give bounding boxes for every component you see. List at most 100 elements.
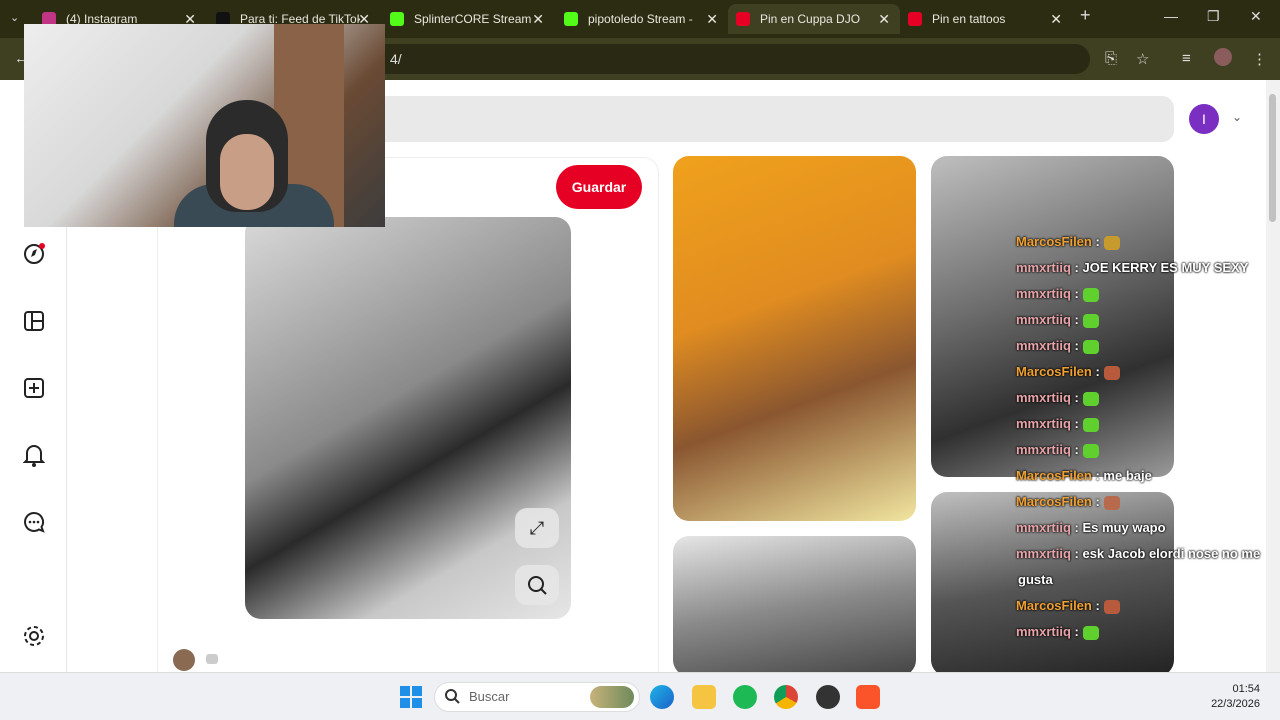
chat-separator: : xyxy=(1091,494,1100,509)
bookmark-star-icon[interactable]: ☆ xyxy=(1136,50,1149,68)
install-app-icon[interactable]: ⎘ xyxy=(1105,50,1117,67)
chat-message: mmxrtiiq : Es muy wapo xyxy=(1016,520,1166,535)
notifications-bell-icon[interactable] xyxy=(20,441,48,469)
expand-icon[interactable]: ⤢ xyxy=(515,508,559,548)
pinterest-icon xyxy=(908,12,922,26)
chat-username: MarcosFilen xyxy=(1016,234,1092,249)
pin-main-image[interactable] xyxy=(245,217,571,619)
chat-username: mmxrtiiq xyxy=(1016,442,1071,457)
save-button[interactable]: Guardar xyxy=(556,165,642,209)
new-tab-button[interactable]: + xyxy=(1080,5,1091,26)
chat-separator: : xyxy=(1070,338,1079,353)
chat-separator: : xyxy=(1070,624,1079,639)
chat-message: mmxrtiiq : xyxy=(1016,390,1099,406)
messages-icon[interactable] xyxy=(20,508,48,536)
clock-date: 22/3/2026 xyxy=(1211,698,1260,710)
system-clock[interactable]: 01:54 22/3/2026 xyxy=(1211,682,1260,712)
chat-separator: : xyxy=(1070,546,1079,561)
chat-username: MarcosFilen xyxy=(1016,468,1092,483)
tab-label: Pin en Cuppa DJO xyxy=(760,12,861,26)
chat-separator: : xyxy=(1070,442,1079,457)
chrome-icon[interactable] xyxy=(774,685,798,709)
edge-icon[interactable] xyxy=(650,685,674,709)
search-icon xyxy=(444,688,460,709)
media-controls-icon[interactable]: ≡ xyxy=(1182,50,1191,67)
browser-menu-icon[interactable]: ⋮ xyxy=(1252,50,1267,68)
chat-emote-icon xyxy=(1082,625,1099,640)
chat-emote-icon xyxy=(1082,443,1099,458)
taskbar-search-placeholder: Buscar xyxy=(469,689,510,704)
browser-tab[interactable]: SplinterCORE Stream ✕ xyxy=(382,4,554,34)
chat-emote-icon xyxy=(1082,391,1099,406)
create-icon[interactable] xyxy=(20,374,48,402)
chat-username: mmxrtiiq xyxy=(1016,546,1071,561)
chat-separator: : xyxy=(1070,390,1079,405)
chat-message: gusta xyxy=(1018,572,1053,587)
browser-tab[interactable]: pipotoledo Stream - ✕ xyxy=(556,4,728,34)
chat-separator: : xyxy=(1091,364,1100,379)
chat-separator: : xyxy=(1070,520,1079,535)
search-input[interactable] xyxy=(310,96,1174,142)
boards-icon[interactable] xyxy=(20,307,48,335)
chat-username: mmxrtiiq xyxy=(1016,260,1071,275)
windows-taskbar: Buscar 01:54 22/3/2026 xyxy=(0,672,1280,720)
chat-message: MarcosFilen : xyxy=(1016,364,1120,380)
chat-message: mmxrtiiq : xyxy=(1016,312,1099,328)
chat-emote-icon xyxy=(1082,313,1099,328)
explore-icon[interactable] xyxy=(20,240,48,268)
minimize-icon[interactable]: — xyxy=(1164,8,1178,24)
chat-text: JOE KERRY ES MUY SEXY xyxy=(1078,260,1249,275)
chat-username: mmxrtiiq xyxy=(1016,520,1071,535)
webcam-person-face xyxy=(220,134,274,210)
kick-icon xyxy=(564,12,578,26)
chat-message: mmxrtiiq : xyxy=(1016,286,1099,302)
brave-icon[interactable] xyxy=(856,685,880,709)
chat-username: mmxrtiiq xyxy=(1016,338,1071,353)
profile-avatar-icon[interactable] xyxy=(1214,48,1232,66)
commenter-avatar[interactable] xyxy=(173,649,195,671)
chat-username: MarcosFilen xyxy=(1016,494,1092,509)
browser-tab[interactable]: Pin en tattoos ✕ xyxy=(900,4,1072,34)
scrollbar-thumb[interactable] xyxy=(1269,94,1276,222)
tab-list-button[interactable]: ⌄ xyxy=(10,11,19,24)
file-explorer-icon[interactable] xyxy=(692,685,716,709)
chat-text: esk Jacob elordi nose no me xyxy=(1078,546,1261,561)
chat-separator: : xyxy=(1091,468,1100,483)
account-chevron-down-icon[interactable]: ⌄ xyxy=(1232,110,1242,124)
tab-close-icon[interactable]: ✕ xyxy=(532,11,544,28)
chat-text: gusta xyxy=(1018,572,1053,587)
chat-message: mmxrtiiq : xyxy=(1016,416,1099,432)
user-avatar[interactable]: I xyxy=(1189,104,1219,134)
clock-time: 01:54 xyxy=(1232,683,1260,695)
chat-emote-icon xyxy=(1103,235,1120,250)
chat-username: mmxrtiiq xyxy=(1016,312,1071,327)
chat-username: mmxrtiiq xyxy=(1016,286,1071,301)
chat-text: Es muy wapo xyxy=(1078,520,1166,535)
chat-text: me baje xyxy=(1099,468,1152,483)
related-pin-image[interactable] xyxy=(673,156,916,521)
restore-icon[interactable]: ❐ xyxy=(1207,8,1220,25)
address-text: 4/ xyxy=(390,51,402,67)
pinterest-icon xyxy=(736,12,750,26)
chat-message: mmxrtiiq : esk Jacob elordi nose no me xyxy=(1016,546,1260,561)
streamer-webcam-overlay xyxy=(24,24,385,227)
close-window-icon[interactable]: ✕ xyxy=(1250,8,1262,25)
chat-username: MarcosFilen xyxy=(1016,364,1092,379)
tab-label: pipotoledo Stream - xyxy=(588,12,693,26)
obs-icon[interactable] xyxy=(816,685,840,709)
related-pin-image[interactable] xyxy=(673,536,916,672)
tab-close-icon[interactable]: ✕ xyxy=(878,11,890,28)
chat-separator: : xyxy=(1091,598,1100,613)
visual-search-icon[interactable] xyxy=(515,565,559,605)
chat-separator: : xyxy=(1070,260,1079,275)
tab-close-icon[interactable]: ✕ xyxy=(1050,11,1062,28)
windows-start-icon[interactable] xyxy=(400,686,422,708)
browser-tab[interactable]: Pin en Cuppa DJO ✕ xyxy=(728,4,900,34)
chat-separator: : xyxy=(1070,286,1079,301)
tab-label: Pin en tattoos xyxy=(932,12,1006,26)
chat-message: MarcosFilen : me baje xyxy=(1016,468,1152,483)
spotify-icon[interactable] xyxy=(733,685,757,709)
chat-username: mmxrtiiq xyxy=(1016,416,1071,431)
tab-close-icon[interactable]: ✕ xyxy=(706,11,718,28)
settings-gear-icon[interactable] xyxy=(20,622,48,650)
